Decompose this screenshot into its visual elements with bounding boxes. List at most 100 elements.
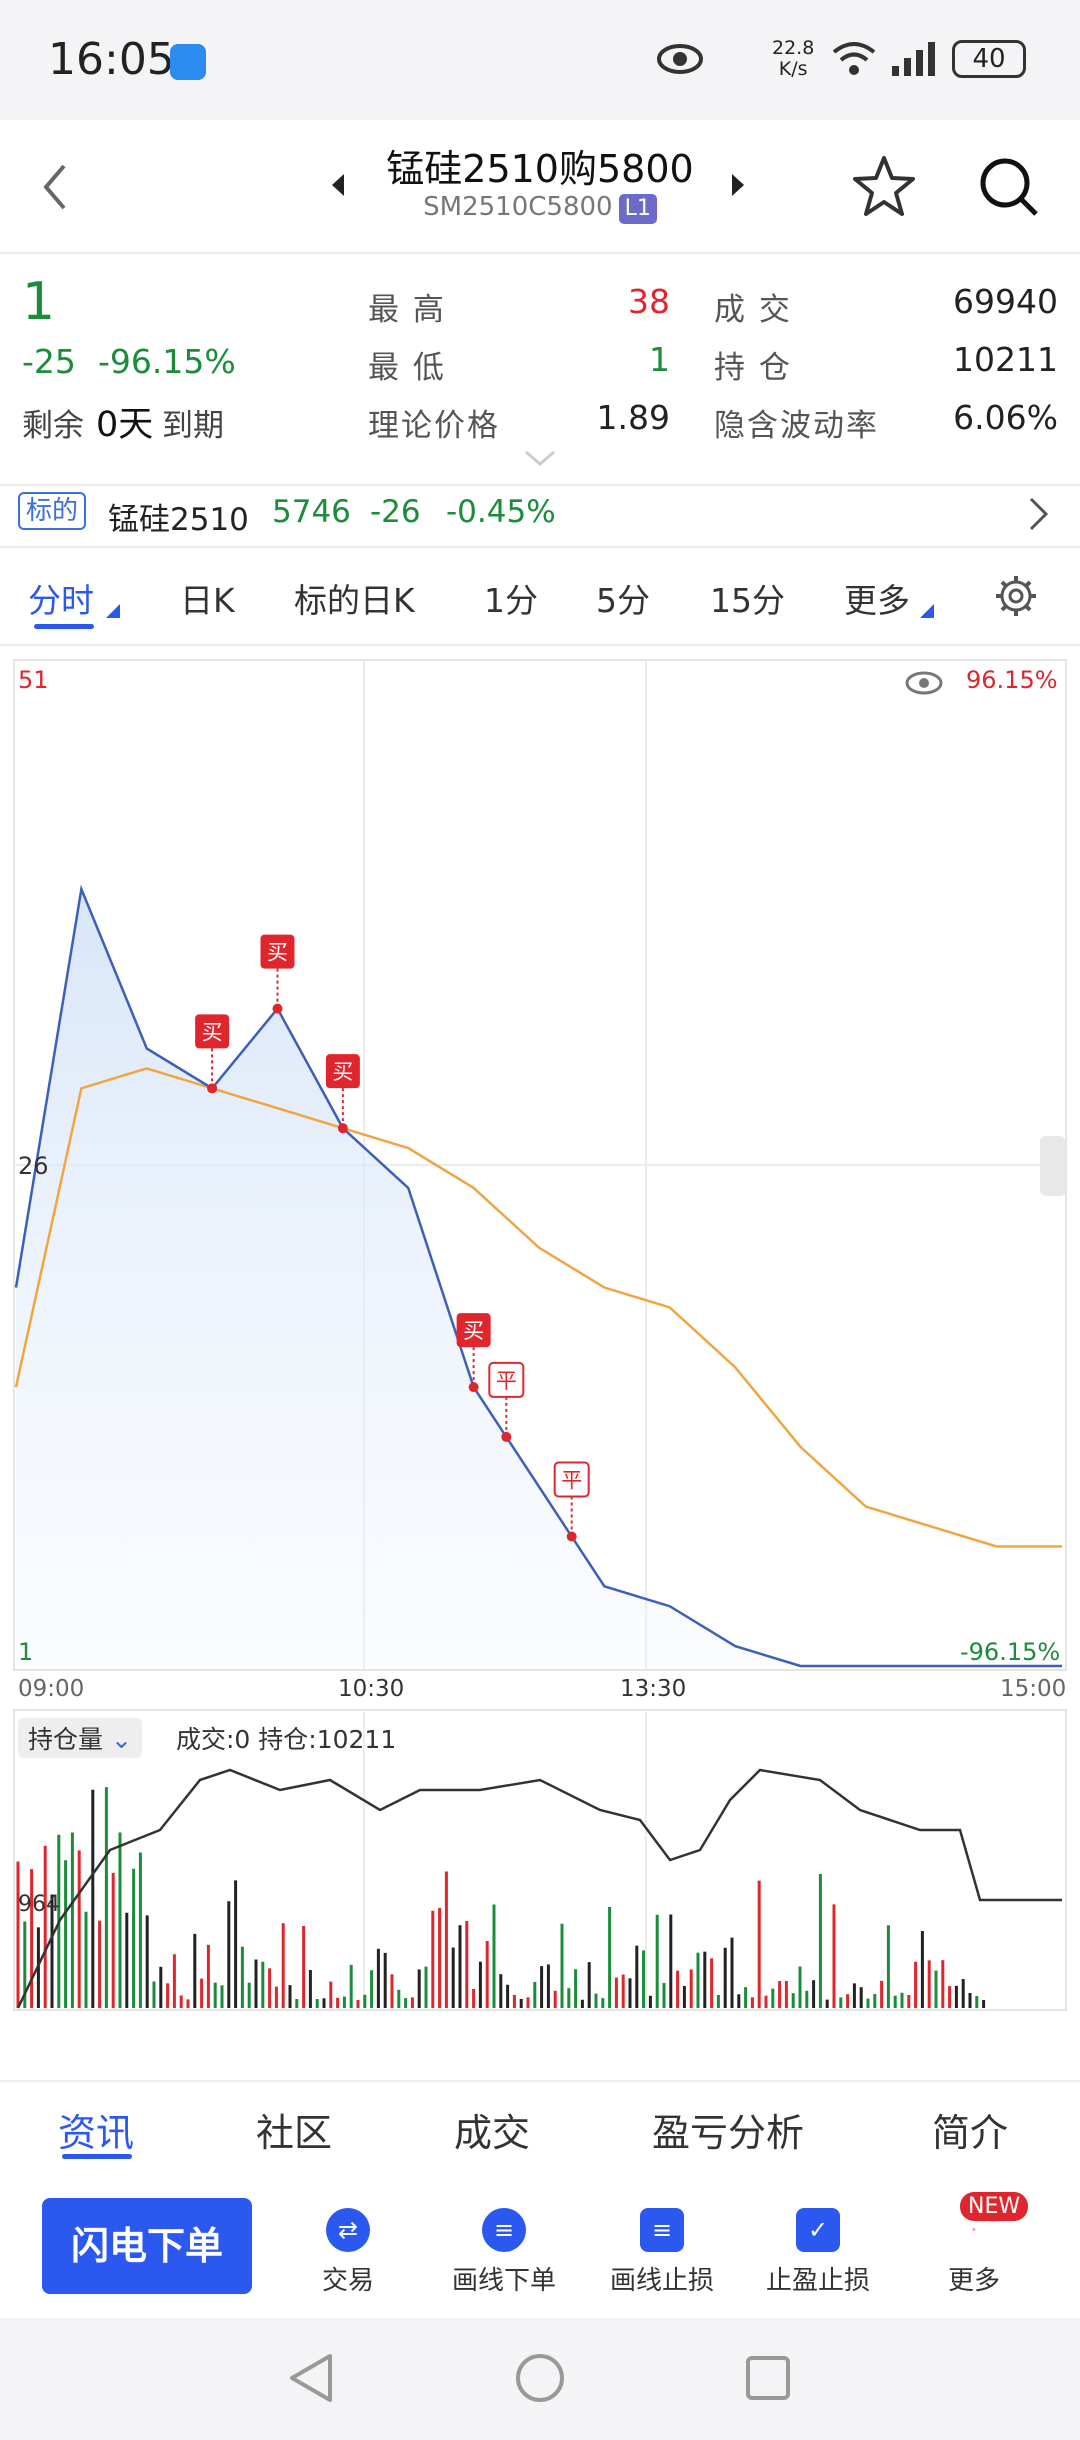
underlying-change-pct: -0.45% [446,494,556,530]
tab-more[interactable]: 更多 [844,574,910,622]
low-value: 1 [649,340,670,379]
price-change: -25 [22,342,76,381]
chevron-down-icon: ⌄ [110,1725,132,1754]
price-chart-svg: 买买买买平平 [13,659,1067,2011]
theo-label: 理论价格 [368,408,500,444]
status-bar: 16:05 22.8 K/s 40 [0,0,1080,120]
y-mid-label: 26 [18,1152,49,1180]
tab-intraday[interactable]: 分时 [28,574,94,622]
tab-5min[interactable]: 5分 [596,574,650,622]
volume-value: 69940 [953,282,1058,321]
draw-order-button[interactable]: ≡ 画线下单 [424,2208,584,2297]
iv-value: 6.06% [953,398,1058,437]
back-icon[interactable] [40,162,70,212]
tab-daily-k[interactable]: 日K [180,574,235,622]
iv-label: 隐含波动率 [714,408,879,444]
volume-bars [16,1787,986,2008]
intraday-chart[interactable]: 买买买买平平 51 26 1 96.15% -96.15% 09:00 10:3… [0,650,1080,2090]
price-change-pct: -96.15% [98,342,236,381]
last-price: 1 [22,272,56,332]
more-actions-button[interactable]: · 更多 [894,2208,1054,2297]
next-contract-icon[interactable] [730,172,746,198]
eye-toggle-icon[interactable] [904,670,944,696]
low-label: 最 低 [368,350,446,386]
tab-news[interactable]: 资讯 [58,2102,134,2157]
expiry-label: 到期 [162,408,224,444]
chart-lines [14,884,1062,1668]
time-1030: 10:30 [338,1676,405,1702]
trade-icon: ⇄ [326,2208,370,2252]
underlying-tag: 标的 [18,492,87,530]
wifi-icon [832,42,876,75]
sub-indicator-selector[interactable]: 持仓量 ⌄ [18,1718,142,1758]
price-area-fill [16,889,1062,1666]
time-end: 15:00 [1000,1676,1067,1702]
y-max-label: 51 [18,666,49,694]
header: 锰硅2510购5800 SM2510C5800 L1 [0,120,1080,250]
contract-title: 锰硅2510购5800 [386,147,694,191]
net-speed: 22.8 K/s [772,37,815,80]
nav-back-icon[interactable] [286,2352,334,2404]
high-value: 38 [628,282,670,321]
shield-icon: ≡ [640,2208,684,2252]
draw-stoploss-button[interactable]: ≡ 画线止损 [582,2208,742,2297]
marker-label: 买 [463,1319,484,1343]
tab-active-indicator [34,624,94,629]
action-bar: 闪电下单 ⇄ 交易 ≡ 画线下单 ≡ 画线止损 ✓ 止盈止损 · 更多 NEW [0,2178,1080,2308]
sub-indicator-info: 成交:0 持仓:10211 [176,1725,397,1754]
new-badge: NEW [960,2192,1029,2221]
marker-label: 买 [267,941,288,965]
sub-y-label: 964 [18,1892,60,1917]
theo-value: 1.89 [596,398,670,437]
pct-top-label: 96.15% [966,666,1058,694]
time-start: 09:00 [18,1676,85,1702]
tab-15min[interactable]: 15分 [710,574,785,622]
weather-icon [170,44,206,80]
oi-label: 持 仓 [714,350,792,386]
time-1330: 13:30 [620,1676,687,1702]
settings-gear-icon[interactable] [994,574,1038,618]
marker-label: 平 [496,1369,517,1393]
oi-value: 10211 [953,340,1058,379]
underlying-name: 锰硅2510 [108,502,249,538]
nav-recents-icon[interactable] [744,2354,792,2402]
tab-intraday-dropdown-icon [106,604,120,618]
trade-button[interactable]: ⇄ 交易 [268,2208,428,2297]
tab-pnl-analysis[interactable]: 盈亏分析 [652,2102,804,2157]
expand-chevron-icon[interactable] [524,450,556,468]
high-label: 最 高 [368,292,446,328]
marker-label: 买 [332,1060,353,1084]
tp-sl-button[interactable]: ✓ 止盈止损 [738,2208,898,2297]
underlying-change: -26 [370,494,421,530]
tab-underlying-daily-k[interactable]: 标的日K [294,574,415,622]
marker-label: 买 [202,1020,223,1044]
underlying-price: 5746 [272,494,351,530]
level-badge: L1 [618,194,657,224]
tab-more-dropdown-icon [920,604,934,618]
tab-community[interactable]: 社区 [256,2102,332,2157]
buy-marker: 买 [260,934,295,1014]
shield-check-icon: ✓ [796,2208,840,2252]
status-time: 16:05 [48,34,175,85]
marker-label: 平 [561,1469,582,1493]
quote-panel: 1 -25 -96.15% 剩余 0天 到期 最 高 38 最 低 1 理论价格… [0,254,1080,484]
content-tabs: 资讯 社区 成交 盈亏分析 简介 [0,2080,1080,2172]
search-icon[interactable] [978,156,1040,218]
tab-intro[interactable]: 简介 [932,2102,1008,2157]
side-drawer-handle[interactable] [1040,1136,1066,1196]
battery-indicator: 40 [952,40,1026,78]
tab-1min[interactable]: 1分 [484,574,538,622]
underlying-row[interactable]: 标的 锰硅2510 5746 -26 -0.45% [0,486,1080,546]
star-icon[interactable] [852,154,916,218]
sub-chart-frame [13,1709,1067,2011]
remaining-label: 剩余 [22,408,84,444]
tab-trades[interactable]: 成交 [454,2102,530,2157]
nav-home-icon[interactable] [514,2352,566,2404]
content-tab-indicator [62,2154,132,2159]
eye-icon [657,44,703,74]
flash-order-button[interactable]: 闪电下单 [42,2198,252,2294]
pct-bottom-label: -96.15% [960,1638,1061,1666]
y-min-label: 1 [18,1638,34,1666]
contract-code: SM2510C5800 L1 [300,192,780,224]
signal-icon [892,42,935,76]
